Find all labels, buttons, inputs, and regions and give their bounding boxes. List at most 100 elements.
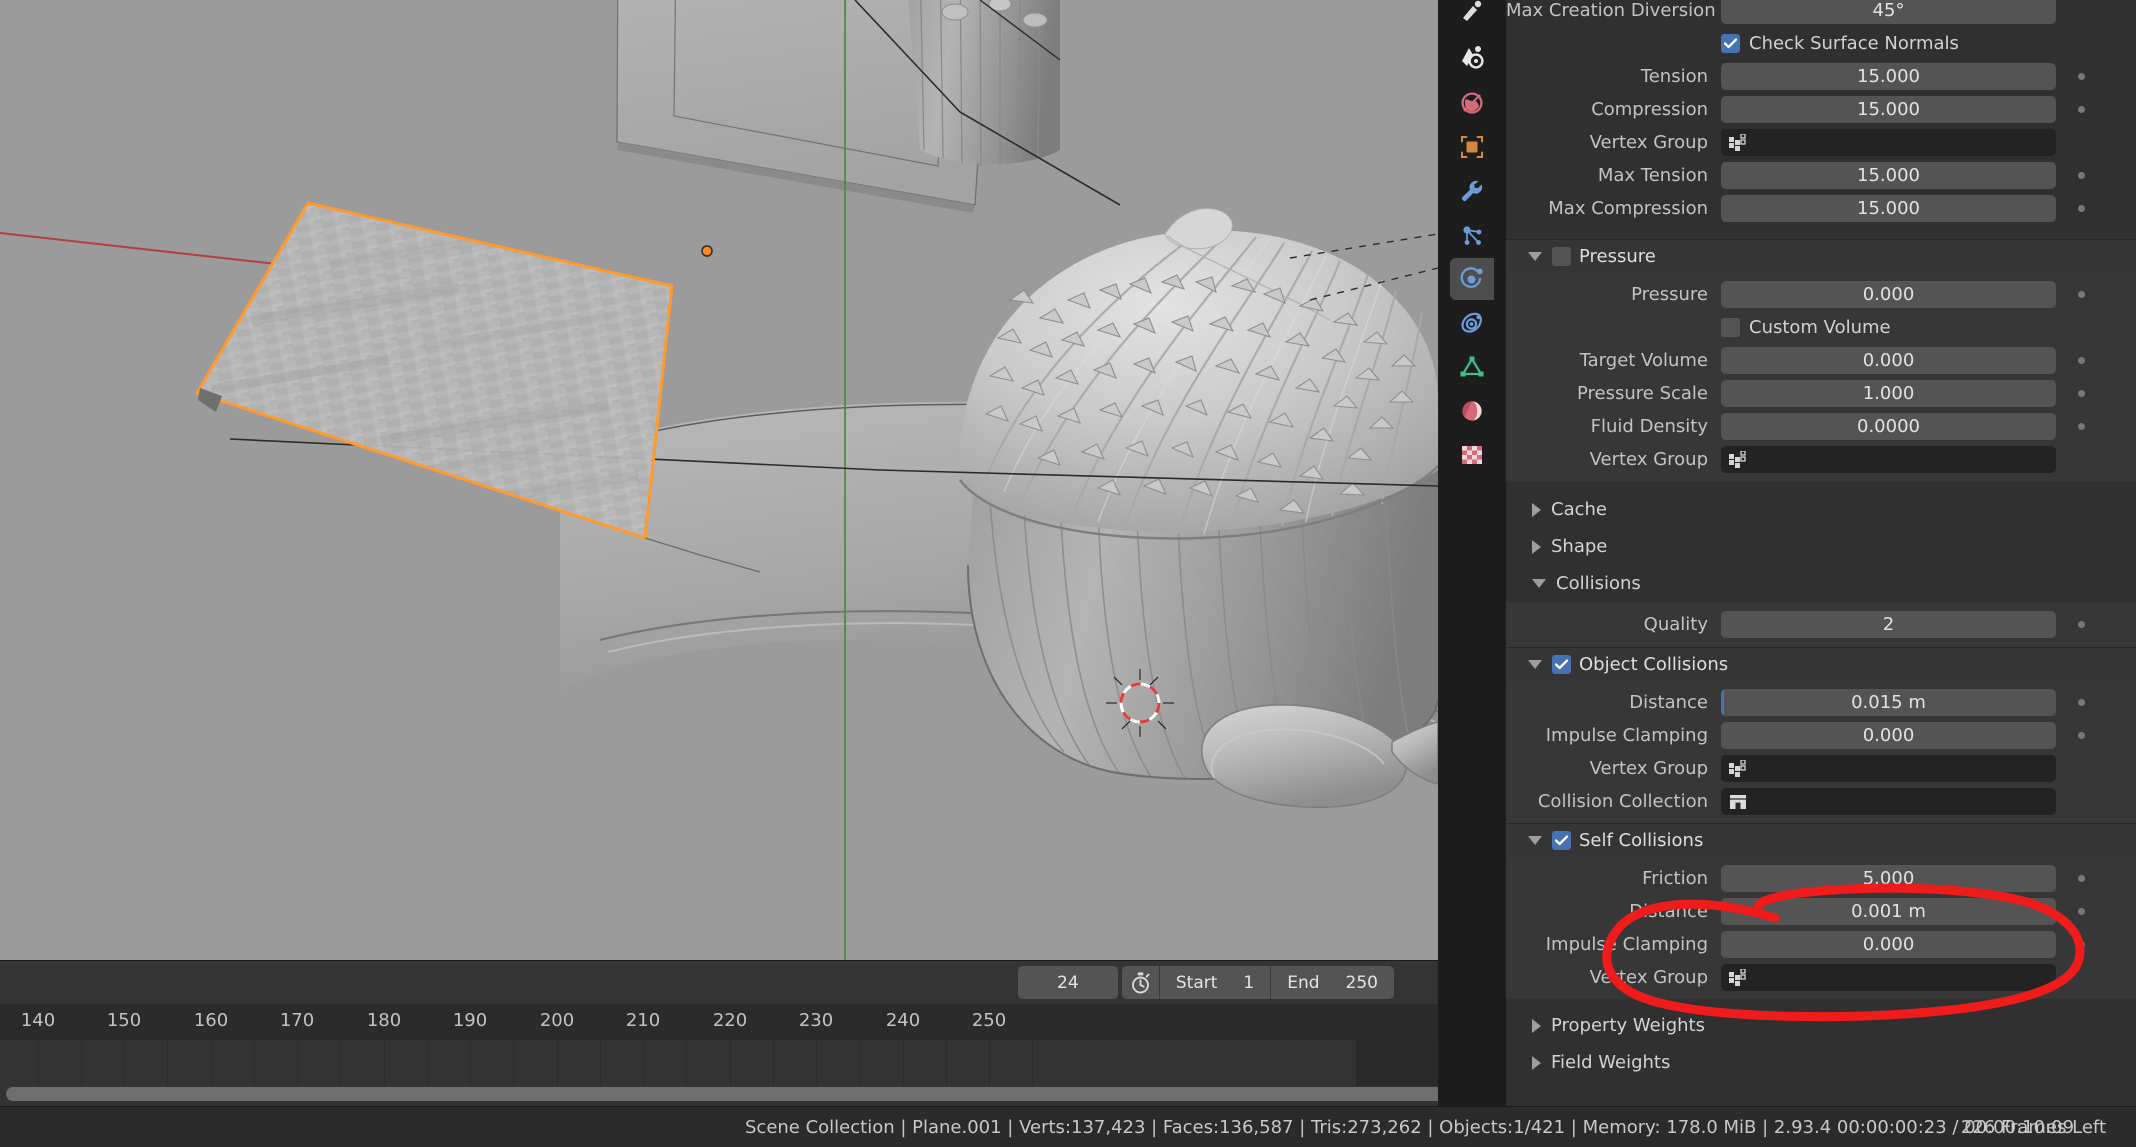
- object-collisions-impulse-clamping-row: Impulse Clamping 0.000: [1506, 719, 2136, 752]
- animate-property-dot[interactable]: [2078, 357, 2085, 364]
- pressure-scale-field[interactable]: 1.000: [1721, 380, 2056, 407]
- timeline-gridline: [600, 1040, 601, 1086]
- pressure-vertex-group-label: Vertex Group: [1589, 449, 1708, 470]
- object-icon[interactable]: [1450, 126, 1494, 168]
- timeline-header: 24 Start 1 End 250: [0, 960, 1438, 1004]
- custom-volume-checkbox[interactable]: [1721, 318, 1740, 337]
- texture-icon[interactable]: [1450, 434, 1494, 476]
- tool-icon[interactable]: [1450, 0, 1494, 32]
- self-collisions-distance-label: Distance: [1629, 901, 1708, 922]
- animate-property-dot[interactable]: [2078, 875, 2085, 882]
- custom-volume-row[interactable]: Custom Volume: [1506, 311, 2136, 344]
- max-compression-row: Max Compression 15.000: [1506, 192, 2136, 225]
- cache-section-header[interactable]: Cache: [1506, 491, 2136, 528]
- pressure-vertex-group-field[interactable]: [1721, 446, 2056, 473]
- timeline-tick-label: 140: [20, 1010, 56, 1031]
- chevron-down-icon: [1528, 660, 1542, 669]
- material-icon[interactable]: [1450, 390, 1494, 432]
- 3d-viewport[interactable]: [0, 0, 1438, 960]
- self-collisions-checkbox[interactable]: [1552, 831, 1571, 850]
- animate-property-dot[interactable]: [2078, 732, 2085, 739]
- collisions-section-header[interactable]: Collisions: [1506, 565, 2136, 602]
- physics-properties-panel[interactable]: Max Creation Diversion 45° Check Surface…: [1506, 0, 2136, 1106]
- tension-field[interactable]: 15.000: [1721, 63, 2056, 90]
- self-collisions-header[interactable]: Self Collisions: [1506, 823, 2136, 857]
- shape-section-header[interactable]: Shape: [1506, 528, 2136, 565]
- max-tension-row: Max Tension 15.000: [1506, 159, 2136, 192]
- self-collisions-vertex-group-field[interactable]: [1721, 964, 2056, 991]
- animate-property-dot[interactable]: [2078, 291, 2085, 298]
- timeline-scrollbar-thumb[interactable]: [6, 1087, 1438, 1101]
- object-collisions-distance-field[interactable]: 0.015 m: [1721, 689, 2056, 716]
- animate-property-dot[interactable]: [2078, 941, 2085, 948]
- check-surface-normals-row[interactable]: Check Surface Normals: [1506, 27, 2136, 60]
- frame-end-field[interactable]: End 250: [1270, 966, 1394, 999]
- max-tension-field[interactable]: 15.000: [1721, 162, 2056, 189]
- vertex-group-field[interactable]: [1721, 129, 2056, 156]
- timeline-track-area[interactable]: [0, 1040, 1438, 1106]
- fluid-density-field[interactable]: 0.0000: [1721, 413, 2056, 440]
- max-creation-diversion-row: Max Creation Diversion 45°: [1506, 0, 2136, 27]
- self-collisions-title: Self Collisions: [1579, 830, 1704, 851]
- frame-end-value: 250: [1345, 972, 1378, 993]
- compression-field[interactable]: 15.000: [1721, 96, 2056, 123]
- max-creation-diversion-field[interactable]: 45°: [1721, 0, 2056, 24]
- animate-property-dot[interactable]: [2078, 106, 2085, 113]
- check-surface-normals-label: Check Surface Normals: [1749, 33, 1959, 54]
- animate-property-dot[interactable]: [2078, 73, 2085, 80]
- field-weights-section-header[interactable]: Field Weights: [1506, 1044, 2136, 1081]
- particles-icon[interactable]: [1450, 214, 1494, 256]
- physics-icon[interactable]: [1450, 258, 1494, 300]
- self-collisions-distance-field[interactable]: 0.001 m: [1721, 898, 2056, 925]
- custom-volume-label: Custom Volume: [1749, 317, 1891, 338]
- animate-property-dot[interactable]: [2078, 423, 2085, 430]
- pressure-section-header[interactable]: Pressure: [1506, 239, 2136, 273]
- collision-quality-row: Quality 2: [1506, 608, 2136, 641]
- modifier-wrench-icon[interactable]: [1450, 170, 1494, 212]
- stopwatch-icon[interactable]: [1121, 966, 1160, 999]
- max-compression-field[interactable]: 15.000: [1721, 195, 2056, 222]
- animate-property-dot[interactable]: [2078, 390, 2085, 397]
- status-bar: Scene Collection | Plane.001 | Verts:137…: [0, 1106, 2136, 1147]
- target-volume-label: Target Volume: [1579, 350, 1708, 371]
- object-collisions-vertex-group-field[interactable]: [1721, 755, 2056, 782]
- self-collisions-friction-field[interactable]: 5.000: [1721, 865, 2056, 892]
- object-data-icon[interactable]: [1450, 346, 1494, 388]
- object-collisions-impulse-clamping-label: Impulse Clamping: [1545, 725, 1708, 746]
- self-collisions-friction-label: Friction: [1642, 868, 1708, 889]
- collision-collection-field[interactable]: [1721, 788, 2056, 815]
- self-collisions-impulse-clamping-label: Impulse Clamping: [1545, 934, 1708, 955]
- animate-property-dot[interactable]: [2078, 172, 2085, 179]
- pressure-scale-label: Pressure Scale: [1576, 383, 1708, 404]
- render-icon[interactable]: [1450, 36, 1494, 78]
- timeline-ruler[interactable]: 140 150 160 170 180 190 200 210 220 230 240 250: [0, 1004, 1438, 1040]
- self-collisions-impulse-clamping-field[interactable]: 0.000: [1721, 931, 2056, 958]
- current-frame-field[interactable]: 24: [1017, 966, 1118, 999]
- check-surface-normals-checkbox[interactable]: [1721, 34, 1740, 53]
- max-compression-label: Max Compression: [1548, 198, 1708, 219]
- collision-quality-field[interactable]: 2: [1721, 611, 2056, 638]
- frame-start-field[interactable]: Start 1: [1160, 966, 1270, 999]
- object-collisions-checkbox[interactable]: [1552, 655, 1571, 674]
- pressure-enable-checkbox[interactable]: [1552, 247, 1571, 266]
- viewport-render: [0, 0, 1438, 960]
- object-collisions-impulse-clamping-field[interactable]: 0.000: [1721, 722, 2056, 749]
- object-constraints-icon[interactable]: [1450, 302, 1494, 344]
- target-volume-field[interactable]: 0.000: [1721, 347, 2056, 374]
- cache-section-title: Cache: [1551, 499, 1607, 520]
- timeline-scrollbar[interactable]: [0, 1087, 1438, 1101]
- property-weights-section-header[interactable]: Property Weights: [1506, 1007, 2136, 1044]
- object-collisions-distance-value: 0.015 m: [1851, 692, 1926, 713]
- animate-property-dot[interactable]: [2078, 908, 2085, 915]
- animate-property-dot[interactable]: [2078, 205, 2085, 212]
- pressure-field[interactable]: 0.000: [1721, 281, 2056, 308]
- pressure-row: Pressure 0.000: [1506, 278, 2136, 311]
- chevron-down-icon: [1528, 252, 1542, 261]
- fluid-density-label: Fluid Density: [1590, 416, 1708, 437]
- animate-property-dot[interactable]: [2078, 699, 2085, 706]
- timeline-gridline: [557, 1040, 558, 1086]
- world-icon[interactable]: [1450, 82, 1494, 124]
- object-collisions-header[interactable]: Object Collisions: [1506, 647, 2136, 681]
- slider-fill-indicator: [1721, 689, 1724, 716]
- animate-property-dot[interactable]: [2078, 621, 2085, 628]
